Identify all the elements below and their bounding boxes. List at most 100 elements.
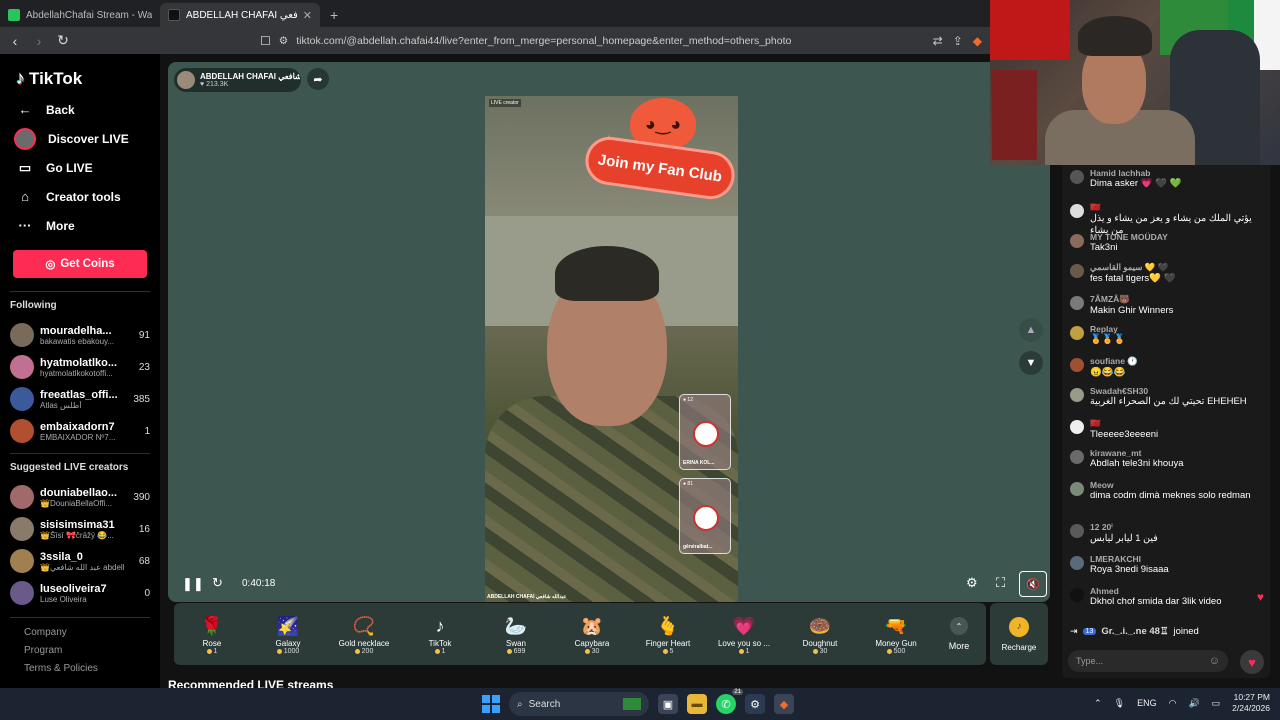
share-icon[interactable]: ➦ [307,68,329,90]
fullscreen-icon[interactable]: ⛶ [996,575,1005,591]
gift-item[interactable]: 💗 Love you so ... 1 [706,613,782,655]
more-gifts-button[interactable]: ⌃ More [934,617,984,651]
brave-shield-icon[interactable]: ◆ [973,34,982,48]
file-explorer-icon[interactable]: ▬ [687,694,707,714]
footer-program[interactable]: Program [24,642,150,660]
battery-icon[interactable]: ▭ [1212,698,1221,709]
chat-username[interactable]: 7ÂMZÂ🐻 [1090,294,1173,305]
account-row[interactable]: sisisimsima31 👑Šīsī 🎀črāžý 😂... 16 [10,513,150,545]
chat-username[interactable]: Meow [1090,480,1251,490]
site-info-icon[interactable]: ⚙ [279,35,288,47]
clock[interactable]: 10:27 PM 2/24/2026 [1232,692,1270,714]
chat-username[interactable]: soufiane 🕐 [1090,356,1138,367]
chat-username[interactable]: Hamid lachhab [1090,168,1181,178]
chat-username[interactable]: LMERAKCHI [1090,554,1169,564]
muted-speaker-icon[interactable]: 🔇 [1019,571,1047,597]
account-row[interactable]: 3ssila_0👑عبد الله شافعي abdellah... 68 [10,545,150,577]
chat-message[interactable]: Swadah€SH30 تحيتي لك من الصحراء الغربية E… [1070,386,1266,408]
chevron-up-icon[interactable]: ⌃ [1094,698,1102,709]
gift-item[interactable]: ♪ TikTok 1 [402,613,478,655]
chat-message[interactable]: 🇲🇦 Tleeeee3eeeeni [1070,418,1266,441]
nav-discover-live[interactable]: Discover LIVE [14,124,150,153]
chat-username[interactable]: 12 20ⁱ [1090,522,1158,533]
chat-message[interactable]: سيمو القاسمي 💛 🖤 fes fatal tigers💛 🖤 [1070,262,1266,285]
previous-stream-button[interactable]: ▲ [1019,318,1043,342]
footer-company[interactable]: Company [24,624,150,642]
reload-icon[interactable]: ↻ [56,32,70,49]
chat-message[interactable]: Hamid lachhab Dima asker 💗 🖤 💚 [1070,168,1266,190]
gift-item[interactable]: 🌠 Galaxy 1000 [250,613,326,655]
microphone-icon[interactable]: 🎙 [1114,698,1125,709]
bookmark-icon[interactable]: ☐ [260,34,271,48]
close-tab-icon[interactable]: ✕ [303,9,312,22]
share-icon[interactable]: ⇪ [953,34,963,48]
live-player[interactable]: ABDELLAH CHAFAI عبدالله شافعي ♥ 213.3K ➦… [168,62,1050,602]
chat-message[interactable]: Replay 🏅🏅🏅 [1070,324,1266,346]
language-indicator[interactable]: ENG [1137,698,1157,708]
chat-message[interactable]: 7ÂMZÂ🐻 Makin Ghir Winners [1070,294,1266,317]
joined-user[interactable]: Gr._.i._.ne 48♖ [1101,626,1168,637]
chat-message[interactable]: soufiane 🕐 😠😂😂 [1070,356,1266,379]
next-stream-button[interactable]: ▼ [1019,351,1043,375]
account-row[interactable]: embaixadorn7 EMBAIXADOR Nº7... 1 [10,415,150,447]
guest-panel[interactable]: ● 12 ERINA KOL... [679,394,731,470]
get-coins-button[interactable]: ◎ Get Coins [13,250,147,278]
translate-icon[interactable]: ⇄ [933,34,943,48]
chat-message[interactable]: 12 20ⁱ فين 1 ليابر ليابس [1070,522,1266,545]
gift-item[interactable]: 🫰 Finger Heart 5 [630,613,706,655]
chat-username[interactable]: kirawane_mt [1090,448,1184,458]
browser-tab-active[interactable]: ABDELLAH CHAFAI عبدالله شافعي ✕ [160,3,320,27]
chat-username[interactable]: 🇲🇦 [1090,418,1158,429]
gift-item[interactable]: 🍩 Doughnut 30 [782,613,858,655]
chat-input[interactable]: Type... ☺ [1068,650,1228,672]
chat-username[interactable]: MY TONE MOÜDAY [1090,232,1168,242]
account-row[interactable]: freeatlas_offi... Atlas أطلس 385 [10,383,150,415]
gift-item[interactable]: 📿 Gold necklace 200 [326,613,402,655]
chat-message[interactable]: LMERAKCHI Roya 3nedi 9isaaa [1070,554,1266,576]
tiktok-logo[interactable]: ♪ TikTok [16,68,150,89]
wifi-icon[interactable]: ◠ [1169,698,1177,709]
recharge-button[interactable]: ♪ Recharge [990,603,1048,665]
brave-browser-icon[interactable]: ◆ [774,694,794,714]
join-fan-club-sticker[interactable]: Join my Fan Club [582,133,738,203]
settings-icon[interactable]: ⚙ [966,575,978,591]
gift-item[interactable]: 🦢 Swan 699 [478,613,554,655]
account-row[interactable]: mouradelha... bakawatis ebakouy... 91 [10,319,150,351]
steam-icon[interactable]: ⚙ [745,694,765,714]
new-tab-button[interactable]: + [320,7,348,27]
account-row[interactable]: luseoliveira7 Luse Oliveira 0 [10,577,150,609]
refresh-icon[interactable]: ↻ [212,575,223,591]
footer-terms[interactable]: Terms & Policies [24,660,150,672]
chat-username[interactable]: Swadah€SH30 [1090,386,1247,396]
task-view-icon[interactable]: ▣ [658,694,678,714]
forward-arrow-icon[interactable]: › [32,33,46,49]
volume-icon[interactable]: 🔊 [1188,698,1199,709]
like-heart-button[interactable]: ♥ [1240,650,1264,674]
nav-more[interactable]: ··· More [16,211,150,240]
host-info[interactable]: ABDELLAH CHAFAI عبدالله شافعي ♥ 213.3K [174,68,301,92]
live-video[interactable]: LIVE creator ◕‿◕ ✦ Join my Fan Club ● 12… [485,96,738,602]
nav-creator-tools[interactable]: ⌂ Creator tools [16,182,150,211]
chat-message[interactable]: Meow dima codm dimà meknes solo redman [1070,480,1266,502]
chat-message[interactable]: Ahmed Dkhol chof smida dar 3lik video ♥ [1070,586,1266,608]
gift-item[interactable]: 🐹 Capybara 30 [554,613,630,655]
account-row[interactable]: hyatmolatlko... hyatmolatlkokotoffi... 23 [10,351,150,383]
account-row[interactable]: douniabellao... 👑DouniaBellaOffi... 390 [10,481,150,513]
guest-panel[interactable]: ● 81 gênéralbat... [679,478,731,554]
chat-message[interactable]: kirawane_mt Abdlah tele3ni khouya [1070,448,1266,470]
taskbar-search[interactable]: ⌕ Search [509,692,649,716]
chat-username[interactable]: 🇲🇦 [1090,202,1266,213]
whatsapp-icon[interactable]: ✆ 21 [716,689,743,714]
gift-item[interactable]: 🔫 Money Gun 500 [858,613,934,655]
gift-item[interactable]: 🌹 Rose 1 [174,613,250,655]
nav-back[interactable]: ← Back [16,95,150,124]
pause-icon[interactable]: ❚❚ [182,576,204,592]
chat-username[interactable]: سيمو القاسمي 💛 🖤 [1090,262,1175,273]
chat-username[interactable]: Ahmed [1090,586,1221,596]
nav-go-live[interactable]: ▭ Go LIVE [16,153,150,182]
emoji-icon[interactable]: ☺ [1209,655,1220,667]
chat-message[interactable]: MY TONE MOÜDAY Tak3ni [1070,232,1266,254]
url-field[interactable]: ☐ ⚙ tiktok.com/@abdellah.chafai44/live?e… [80,34,923,48]
chat-username[interactable]: Replay [1090,324,1126,334]
back-arrow-icon[interactable]: ‹ [8,33,22,49]
